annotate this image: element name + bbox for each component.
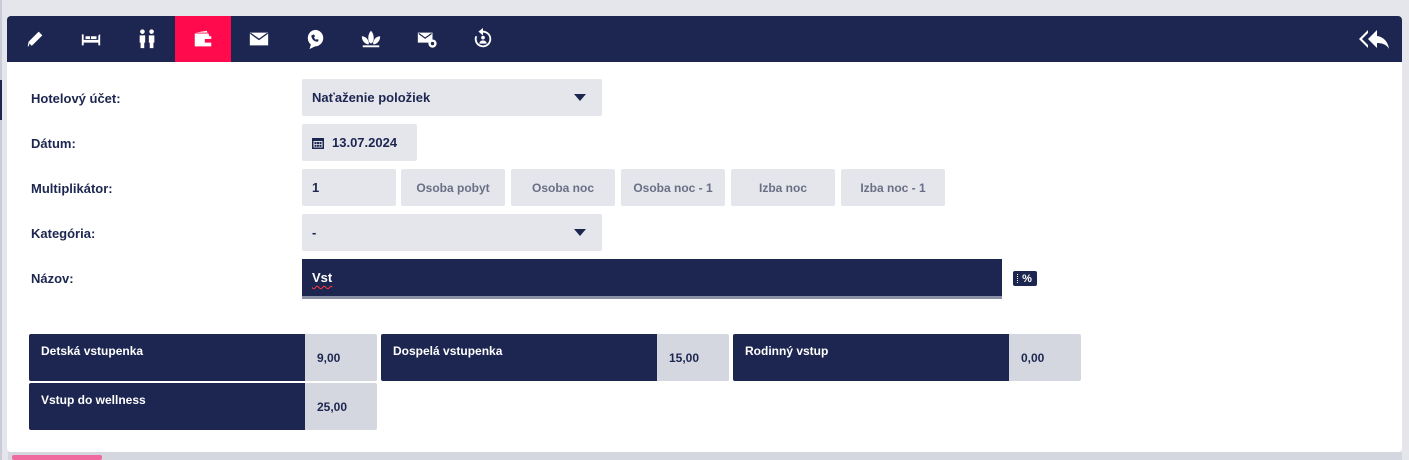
pencil-icon [27,31,43,47]
account-tool-button[interactable] [175,16,231,62]
people-icon [139,29,155,49]
wallet-icon [194,30,212,47]
chevron-down-icon [574,94,586,101]
account-select[interactable]: Naťaženie položiek [302,79,602,116]
item-price: 0,00 [1009,334,1081,381]
toolbar [7,16,1402,62]
item-name: Vstup do wellness [29,383,305,430]
date-label: Dátum: [31,136,76,151]
mail-settings-icon [417,32,437,48]
edit-tool-button[interactable] [7,16,63,62]
item-card[interactable]: Vstup do wellness 25,00 [29,383,377,430]
next-panel-strip [8,452,1402,460]
email-tool-button[interactable] [231,16,287,62]
next-panel-accent [12,455,102,460]
percent-icon[interactable]: % [1013,271,1037,286]
item-price: 15,00 [657,334,729,381]
multiplier-option-osoba-noc[interactable]: Osoba noc [511,169,615,206]
item-card[interactable]: Detská vstupenka 9,00 [29,334,377,381]
item-price: 25,00 [305,383,377,430]
category-select[interactable]: - [302,214,602,251]
reply-all-button[interactable] [1346,16,1402,62]
chevron-down-icon [574,229,586,236]
wellness-tool-button[interactable] [343,16,399,62]
category-label: Kategória: [31,226,96,241]
name-search-input[interactable]: Vst [302,259,1002,299]
multiplier-option-izba-noc[interactable]: Izba noc [731,169,835,206]
account-select-value: Naťaženie položiek [312,90,431,105]
multiplier-value: 1 [312,180,320,195]
left-edge [0,0,2,460]
bed-icon [81,34,101,46]
phone-tool-button[interactable] [287,16,343,62]
multiplier-option-osoba-pobyt[interactable]: Osoba pobyt [401,169,505,206]
category-select-value: - [312,225,317,240]
lotus-icon [361,30,381,48]
phone-icon [307,29,324,50]
item-price: 9,00 [305,334,377,381]
item-card[interactable]: Rodinný vstup 0,00 [733,334,1081,381]
multiplier-option-izba-noc-1[interactable]: Izba noc - 1 [841,169,945,206]
multiplier-label: Multiplikátor: [31,181,113,196]
date-value: 13.07.2024 [332,135,398,150]
multiplier-input[interactable]: 1 [302,169,396,206]
guests-tool-button[interactable] [119,16,175,62]
item-card[interactable]: Dospelá vstupenka 15,00 [381,334,729,381]
reply-all-icon [1359,30,1389,49]
item-name: Detská vstupenka [29,334,305,381]
history-icon [474,28,492,48]
envelope-icon [249,32,269,46]
item-name: Rodinný vstup [733,334,1009,381]
left-edge-marker [0,80,2,120]
name-input-value: Vst [312,270,333,285]
percent-icon-label: % [1022,272,1032,285]
name-label: Názov: [31,271,74,286]
history-tool-button[interactable] [455,16,511,62]
item-name: Dospelá vstupenka [381,334,657,381]
calendar-icon [312,137,324,149]
account-label: Hotelový účet: [31,91,121,106]
mail-settings-tool-button[interactable] [399,16,455,62]
multiplier-option-osoba-noc-1[interactable]: Osoba noc - 1 [621,169,725,206]
items-panel: Hotelový účet: Naťaženie položiek Dátum:… [7,16,1402,452]
date-picker[interactable]: 13.07.2024 [302,124,417,161]
room-tool-button[interactable] [63,16,119,62]
